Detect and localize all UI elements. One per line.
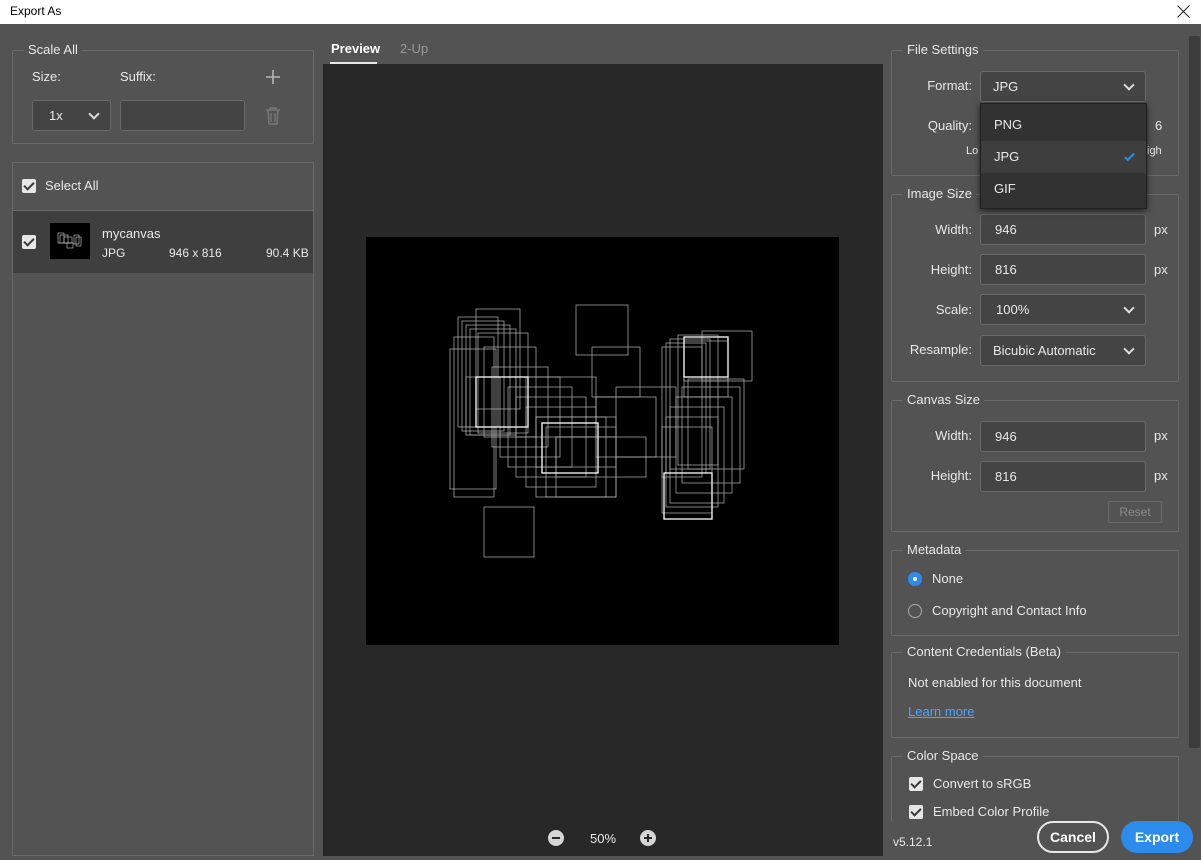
file-settings-label: File Settings — [903, 42, 983, 57]
image-width-unit: px — [1154, 222, 1168, 237]
embed-profile-label: Embed Color Profile — [933, 804, 1050, 819]
reset-button[interactable]: Reset — [1108, 501, 1162, 523]
window-title: Export As — [10, 4, 62, 18]
select-all-label: Select All — [45, 178, 99, 193]
canvas-height-input[interactable]: 816 — [980, 461, 1146, 492]
image-width-label: Width: — [935, 222, 972, 237]
asset-dimensions: 946 x 816 — [169, 246, 222, 260]
chevron-down-icon — [88, 108, 100, 120]
scrollbar-thumb[interactable] — [1189, 36, 1200, 748]
title-bar: Export As — [0, 0, 1201, 24]
format-option-gif[interactable]: GIF — [981, 173, 1146, 205]
convert-srgb-label: Convert to sRGB — [933, 776, 1032, 791]
close-icon[interactable] — [1173, 1, 1195, 23]
learn-more-link[interactable]: Learn more — [908, 704, 974, 719]
asset-row[interactable]: mycanvas JPG 946 x 816 90.4 KB — [13, 211, 313, 273]
image-height-input[interactable]: 816 — [980, 254, 1146, 285]
chevron-down-icon — [1123, 343, 1135, 355]
zoom-value: 50% — [590, 831, 617, 846]
metadata-label: Metadata — [903, 542, 966, 557]
metadata-copyright-label: Copyright and Contact Info — [932, 603, 1087, 618]
format-option-png[interactable]: PNG — [981, 109, 1146, 141]
format-value: JPG — [993, 79, 1019, 94]
image-height-label: Height: — [930, 262, 972, 277]
tab-preview[interactable]: Preview — [331, 41, 380, 56]
export-button[interactable]: Export — [1121, 821, 1193, 853]
quality-low-label: Lo — [966, 145, 979, 157]
scale-label: Scale: — [935, 302, 972, 317]
metadata-copyright-radio[interactable] — [908, 604, 922, 618]
color-space-label: Color Space — [903, 748, 983, 763]
zoom-out-icon[interactable] — [548, 830, 564, 846]
scrollbar-track[interactable] — [1188, 36, 1201, 816]
convert-srgb-checkbox[interactable] — [909, 777, 923, 791]
format-option-jpg[interactable]: JPG — [981, 141, 1146, 173]
canvas-height-unit: px — [1154, 468, 1168, 483]
image-height-unit: px — [1154, 262, 1168, 277]
trash-icon[interactable] — [265, 106, 281, 126]
canvas-width-label: Width: — [935, 428, 972, 443]
format-option-label: JPG — [994, 149, 1020, 164]
chevron-down-icon — [1123, 302, 1135, 314]
content-credentials-status: Not enabled for this document — [908, 675, 1082, 690]
resample-label: Resample: — [909, 342, 972, 357]
size-value: 1x — [49, 108, 63, 123]
resample-select[interactable]: Bicubic Automatic — [980, 335, 1146, 366]
resample-value: Bicubic Automatic — [993, 343, 1096, 358]
scale-select[interactable]: 100% — [980, 294, 1146, 325]
checkmark-icon — [1124, 150, 1135, 162]
asset-name: mycanvas — [102, 226, 161, 241]
format-option-label: GIF — [994, 181, 1016, 196]
preview-image — [366, 237, 839, 645]
canvas-size-label: Canvas Size — [903, 392, 984, 407]
suffix-label: Suffix: — [120, 69, 156, 84]
canvas-height-label: Height: — [930, 468, 972, 483]
size-label: Size: — [32, 69, 61, 84]
format-label: Format: — [927, 78, 972, 93]
asset-size: 90.4 KB — [266, 246, 309, 260]
asset-thumbnail — [50, 223, 90, 259]
tab-2up[interactable]: 2-Up — [400, 41, 428, 56]
quality-value: 6 — [1155, 118, 1163, 133]
asset-checkbox[interactable] — [22, 235, 36, 249]
scale-all-label: Scale All — [24, 42, 82, 57]
size-select[interactable]: 1x — [32, 100, 111, 131]
cancel-button[interactable]: Cancel — [1037, 821, 1109, 853]
image-size-label: Image Size — [903, 186, 977, 201]
quality-label: Quality: — [927, 118, 972, 133]
chevron-down-icon — [1123, 79, 1135, 91]
embed-profile-checkbox[interactable] — [909, 805, 923, 819]
select-all-checkbox[interactable] — [22, 179, 36, 193]
content-credentials-group — [891, 652, 1179, 738]
format-dropdown-menu: PNG JPG GIF — [980, 103, 1147, 209]
quality-high-label: igh — [1147, 145, 1162, 157]
version-label: v5.12.1 — [893, 835, 933, 849]
suffix-input[interactable] — [120, 100, 245, 131]
format-option-label: PNG — [994, 117, 1023, 132]
format-select[interactable]: JPG — [980, 71, 1146, 102]
metadata-none-label: None — [932, 571, 964, 586]
zoom-in-icon[interactable] — [640, 830, 656, 846]
scale-value: 100% — [996, 302, 1030, 317]
metadata-group — [891, 550, 1179, 636]
canvas-width-unit: px — [1154, 428, 1168, 443]
image-width-input[interactable]: 946 — [980, 214, 1146, 245]
metadata-none-radio[interactable] — [908, 572, 922, 586]
plus-icon[interactable] — [264, 68, 282, 86]
asset-format: JPG — [102, 246, 126, 260]
content-credentials-label: Content Credentials (Beta) — [903, 644, 1065, 659]
canvas-width-input[interactable]: 946 — [980, 421, 1146, 452]
